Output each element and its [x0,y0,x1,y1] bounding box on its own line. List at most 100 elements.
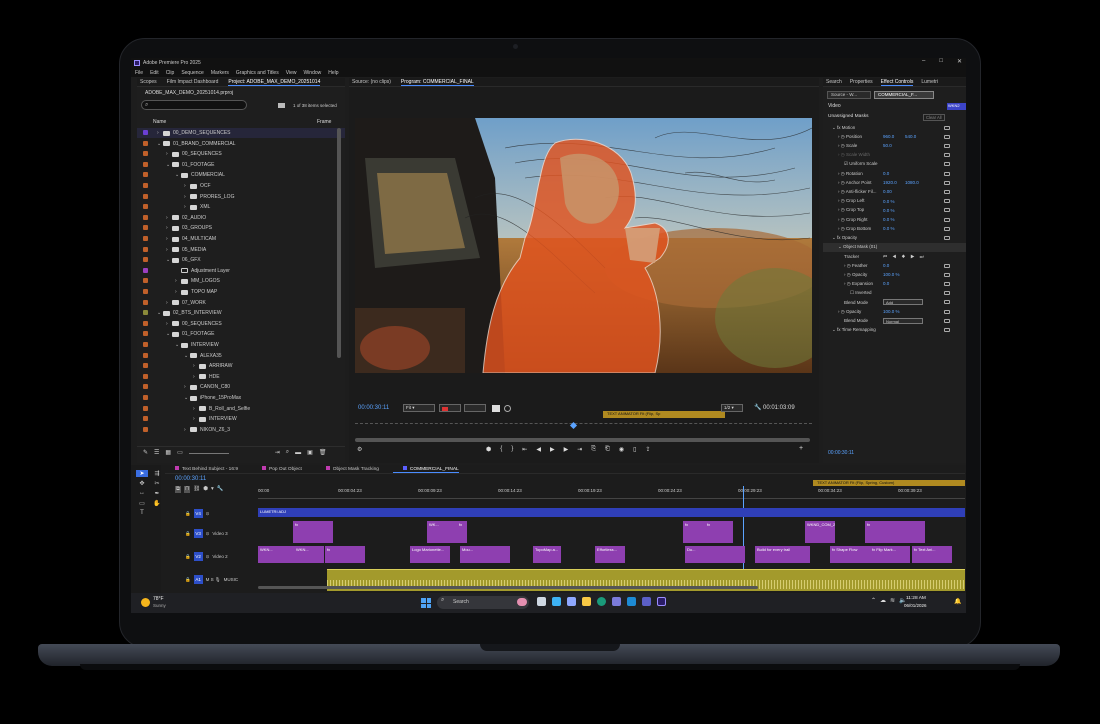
fit-dropdown[interactable]: Fit ▾ [403,404,435,412]
teams-icon[interactable] [567,597,576,606]
quality-dropdown[interactable]: 1/2 ▾ [721,404,743,412]
reset-icon[interactable] [944,217,950,222]
tab-film-impact[interactable]: Film Impact Dashboard [167,79,219,85]
reset-icon[interactable] [944,162,950,167]
in-point-icon[interactable]: { [500,446,502,453]
color-swatch[interactable] [143,289,148,294]
comparison-icon[interactable]: ▯ [633,446,636,453]
nest-icon[interactable]: ⧉ [175,486,181,493]
reset-icon[interactable] [944,134,950,139]
reset-icon[interactable] [944,309,950,314]
effect-row[interactable]: › ◷ Expansion 0.0 [823,279,966,288]
color-swatch[interactable] [143,384,148,390]
effect-value-1[interactable]: 0.0 [883,281,889,286]
tab-program[interactable]: Program: COMMERCIAL_FINAL [400,79,474,86]
list-item[interactable]: ⌄ COMMERCIAL [137,170,345,180]
list-item[interactable]: › NIKON_Z6_3 [137,425,345,435]
step-back-icon[interactable]: ◀ [536,446,541,453]
clip[interactable]: fx [457,521,467,543]
mask-dropdown[interactable] [439,404,461,412]
taskbar-search[interactable]: Search [437,596,529,609]
safe-margins-icon[interactable] [504,405,511,412]
maximize-icon[interactable]: □ [939,58,943,65]
tab-properties[interactable]: Properties [850,79,873,85]
effect-row[interactable]: ⌄ fx Time Remapping [823,325,966,334]
color-swatch[interactable] [143,299,148,305]
list-item[interactable]: ⌄ 01_BRAND_COMMERCIAL [137,139,345,149]
effect-row[interactable]: › ◷ Scale 50.0 [823,141,966,150]
list-item[interactable]: › INTERVIEW [137,414,345,424]
menu-item[interactable]: Markers [211,70,229,76]
color-swatch[interactable] [143,225,148,231]
effect-value-1[interactable]: 50.0 [883,143,892,148]
reset-icon[interactable] [944,318,950,323]
effect-controls-timecode[interactable]: 00:00:30:11 [828,450,854,456]
effect-row[interactable]: › ◷ Position 960.0 540.0 [823,132,966,141]
effect-row[interactable]: ⌄ fx Opacity [823,233,966,242]
effect-row[interactable]: › ◷ Opacity 100.0 % [823,270,966,279]
color-swatch[interactable] [143,214,148,220]
store-icon[interactable] [612,597,621,606]
list-item[interactable]: › XML [137,202,345,212]
program-ruler[interactable] [355,419,812,424]
project-search-input[interactable]: ⌕ [141,100,247,110]
column-name[interactable]: Name [153,119,166,125]
color-swatch[interactable] [143,352,148,358]
clip[interactable]: Effortless... [595,546,625,563]
sequence-clip-button[interactable]: COMMERCIAL_F... [874,91,934,99]
list-item[interactable]: › 00_SEQUENCES [137,319,345,329]
effect-row[interactable]: Tracker ⏮ ◀ ◆ ▶ ⏭ [823,252,966,261]
track-select-icon[interactable]: ⇶ [151,470,163,477]
reset-icon[interactable] [944,189,950,194]
tab-lumetri[interactable]: Lumetri [921,79,938,85]
list-item[interactable]: › 00_SEQUENCES [137,149,345,159]
notification-icon[interactable]: 🔔 [954,598,961,605]
clip[interactable]: Build for every trail [755,546,810,563]
effect-value-1[interactable]: 0.0 % [883,199,895,204]
effect-row[interactable]: Blend Mode Normal [823,316,966,325]
icon-view-icon[interactable]: ▦ [165,449,171,456]
eye-icon[interactable]: ⊙ [206,511,210,517]
list-view-icon[interactable]: ☰ [154,449,159,456]
effect-row[interactable]: › ◷ Scale Width [823,151,966,160]
color-swatch[interactable] [143,363,148,369]
color-swatch[interactable] [143,426,148,432]
list-item[interactable]: › 04_MULTICAM [137,234,345,244]
effect-row[interactable]: › ◷ Anchor Point 1920.0 1080.0 [823,178,966,187]
effect-row[interactable]: ☑ Uniform Scale [823,160,966,169]
list-item[interactable]: Adjustment Layer [137,266,345,276]
clock-time[interactable]: 11:28 AM [906,596,926,601]
clip[interactable]: fx [865,521,925,543]
clip[interactable]: WKN... [294,546,324,563]
tab-effect-controls[interactable]: Effect Controls [880,79,914,86]
tab-sequence[interactable]: Pop Out Object [252,466,302,472]
column-frame[interactable]: Frame [317,119,331,125]
effect-value-1[interactable]: 1920.0 [883,180,897,185]
reset-icon[interactable] [944,263,950,268]
effect-row[interactable]: ⌄ Object Mask (01) [823,242,966,252]
work-area-bar[interactable] [258,498,965,499]
list-item[interactable]: › 00_DEMO_SEQUENCES [137,128,345,138]
project-scrollbar[interactable] [337,128,341,358]
lock-icon[interactable]: 🔒 [185,531,191,537]
list-item[interactable]: › 03_GROUPS [137,223,345,233]
color-swatch[interactable] [143,246,148,252]
copilot-icon[interactable] [552,597,561,606]
clip[interactable]: WK... [427,521,457,543]
snap-icon[interactable]: ⊓ [183,486,191,493]
menu-item[interactable]: Graphics and Titles [236,70,279,76]
pen-icon[interactable]: ✒ [151,490,163,497]
effect-value-1[interactable]: 0.0 % [883,217,895,222]
timeline-timecode[interactable]: 00:00:30:11 [175,476,206,482]
track-target[interactable]: V4 [193,509,203,518]
weather-temp[interactable]: 78°F [153,596,164,602]
find-icon[interactable]: ⌕ [286,449,289,456]
cloud-icon[interactable]: ☁ [880,597,886,604]
marker-add-icon[interactable]: ⬢ [203,486,208,493]
color-swatch[interactable] [143,267,148,273]
color-swatch[interactable] [143,172,148,178]
mute-icon[interactable]: M S 🎙 [206,577,221,583]
color-swatch[interactable] [143,236,148,241]
premiere-taskbar-icon[interactable] [657,597,666,606]
razor-icon[interactable]: ✂ [151,480,163,487]
